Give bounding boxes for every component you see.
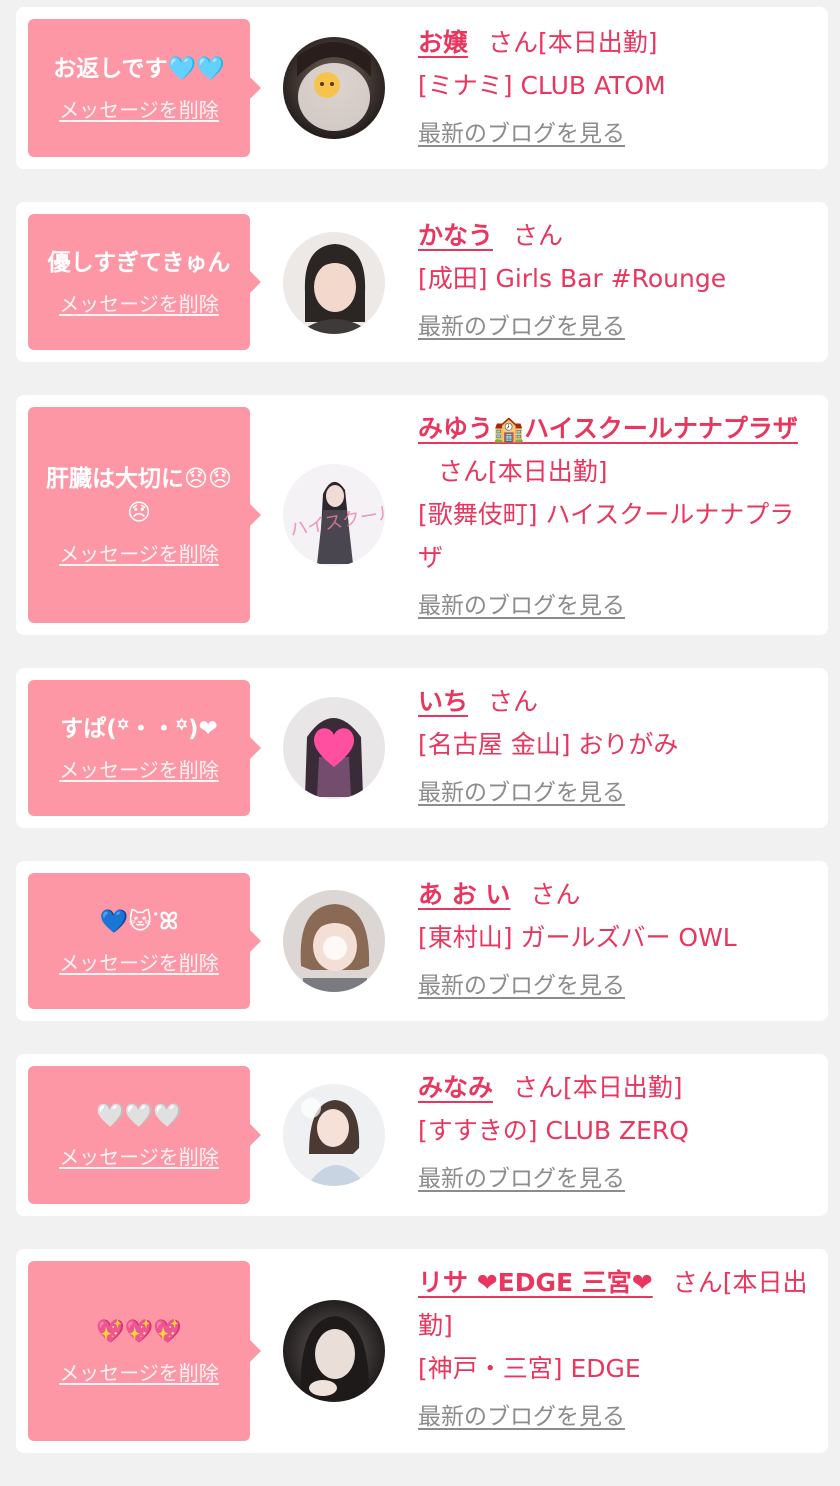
delete-message-link[interactable]: メッセージを削除	[59, 1359, 219, 1387]
honorific: さん	[488, 687, 539, 716]
message-text: 肝臓は大切に😞😞😞	[46, 466, 232, 526]
honorific: さん	[488, 28, 539, 57]
delete-message-link[interactable]: メッセージを削除	[59, 96, 219, 124]
latest-blog-link[interactable]: 最新のブログを見る	[418, 312, 625, 342]
latest-blog-link[interactable]: 最新のブログを見る	[418, 1164, 625, 1194]
shop-info: [名古屋 金山] おりがみ	[418, 730, 679, 759]
message-text: 💙🐱ᐝꕤ	[99, 909, 179, 935]
honorific: さん	[513, 221, 564, 250]
message-bubble: 💙🐱ᐝꕤ メッセージを削除	[28, 873, 261, 1009]
message-bubble: 🤍🤍🤍 メッセージを削除	[28, 1066, 261, 1204]
message-text: 💖💖💖	[96, 1319, 182, 1345]
message-bubble: お返しです🩵🩵 メッセージを削除	[28, 19, 261, 157]
sender-info: リサ ❤EDGE 三宮❤ さん[本日出勤] [神戸・三宮] EDGE 最新のブログ…	[418, 1261, 810, 1432]
sender-name-link[interactable]: あ お い	[418, 880, 510, 909]
sender-name-link[interactable]: お嬢	[418, 28, 468, 57]
message-bubble: 💖💖💖 メッセージを削除	[28, 1261, 261, 1441]
shop-info: [東村山] ガールズバー OWL	[418, 923, 737, 952]
honorific: さん	[513, 1073, 564, 1102]
sender-name-link[interactable]: みなみ	[418, 1073, 493, 1102]
message-text: すぱ(꙳・・꙳)❤	[60, 716, 218, 742]
delete-message-link[interactable]: メッセージを削除	[59, 290, 219, 318]
honorific: さん	[672, 1268, 723, 1297]
sender-name-link[interactable]: みゆう🏫ハイスクールナナプラザ	[418, 414, 798, 443]
shop-info: [神戸・三宮] EDGE	[418, 1354, 641, 1383]
latest-blog-link[interactable]: 最新のブログを見る	[418, 971, 625, 1001]
latest-blog-link[interactable]: 最新のブログを見る	[418, 591, 625, 621]
sender-info: いち さん [名古屋 金山] おりがみ 最新のブログを見る	[418, 680, 810, 808]
message-text: 優しすぎてきゅん	[47, 250, 231, 276]
avatar[interactable]	[283, 37, 385, 139]
message-card: すぱ(꙳・・꙳)❤ メッセージを削除 いち さん [名古屋 金山] おりがみ 最新…	[16, 668, 828, 828]
shop-info: [成田] Girls Bar #Rounge	[418, 264, 727, 293]
message-bubble: すぱ(꙳・・꙳)❤ メッセージを削除	[28, 680, 261, 816]
shop-info: [すすきの] CLUB ZERQ	[418, 1116, 689, 1145]
delete-message-link[interactable]: メッセージを削除	[59, 540, 219, 568]
message-text: 🤍🤍🤍	[96, 1103, 182, 1129]
sender-info: みなみ さん[本日出勤] [すすきの] CLUB ZERQ 最新のブログを見る	[418, 1066, 810, 1194]
latest-blog-link[interactable]: 最新のブログを見る	[418, 119, 625, 149]
delete-message-link[interactable]: メッセージを削除	[59, 949, 219, 977]
avatar[interactable]: ハイスクール	[283, 464, 385, 566]
message-bubble: 優しすぎてきゅん メッセージを削除	[28, 214, 261, 350]
message-card: 優しすぎてきゅん メッセージを削除 かなう さん [成田] Girls Bar #…	[16, 202, 828, 362]
message-list: お返しです🩵🩵 メッセージを削除 お嬢 さん[本日出勤] [ミナミ] CLUB A…	[16, 7, 828, 1486]
message-text: お返しです🩵🩵	[53, 56, 225, 82]
sender-info: あ お いさん [東村山] ガールズバー OWL 最新のブログを見る	[418, 873, 810, 1001]
message-card: 肝臓は大切に😞😞😞 メッセージを削除 ハイスクール みゆう🏫ハイスクールナナプラ…	[16, 395, 828, 635]
sender-name-link[interactable]: リサ ❤EDGE 三宮❤	[418, 1268, 653, 1297]
delete-message-link[interactable]: メッセージを削除	[59, 756, 219, 784]
shop-info: [歌舞伎町] ハイスクールナナプラザ	[418, 500, 795, 572]
sender-name-link[interactable]: いち	[418, 687, 468, 716]
avatar[interactable]	[283, 697, 385, 799]
honorific: さん	[530, 880, 581, 909]
delete-message-link[interactable]: メッセージを削除	[59, 1143, 219, 1171]
message-card: 💙🐱ᐝꕤ メッセージを削除 あ お いさん [東村山] ガールズバー OWL 最…	[16, 861, 828, 1021]
avatar[interactable]	[283, 232, 385, 334]
sender-info: お嬢 さん[本日出勤] [ミナミ] CLUB ATOM 最新のブログを見る	[418, 21, 810, 149]
avatar[interactable]	[283, 890, 385, 992]
sender-name-link[interactable]: かなう	[418, 221, 493, 250]
avatar[interactable]	[283, 1300, 385, 1402]
honorific: さん	[438, 457, 489, 486]
latest-blog-link[interactable]: 最新のブログを見る	[418, 778, 625, 808]
message-card: 🤍🤍🤍 メッセージを削除 みなみ さん[本日出勤] [すすきの] CLUB ZER…	[16, 1054, 828, 1216]
status-label: [本日出勤]	[488, 457, 608, 486]
status-label: [本日出勤]	[538, 28, 658, 57]
status-label: [本日出勤]	[563, 1073, 683, 1102]
message-card: 💖💖💖 メッセージを削除 リサ ❤EDGE 三宮❤ さん[本日出勤] [神戸・三宮…	[16, 1249, 828, 1453]
sender-info: かなう さん [成田] Girls Bar #Rounge 最新のブログを見る	[418, 214, 810, 342]
avatar[interactable]	[283, 1084, 385, 1186]
latest-blog-link[interactable]: 最新のブログを見る	[418, 1402, 625, 1432]
message-card: お返しです🩵🩵 メッセージを削除 お嬢 さん[本日出勤] [ミナミ] CLUB A…	[16, 7, 828, 169]
sender-info: みゆう🏫ハイスクールナナプラザさん[本日出勤] [歌舞伎町] ハイスクールナナプ…	[418, 407, 810, 621]
shop-info: [ミナミ] CLUB ATOM	[418, 71, 666, 100]
message-bubble: 肝臓は大切に😞😞😞 メッセージを削除	[28, 407, 261, 623]
